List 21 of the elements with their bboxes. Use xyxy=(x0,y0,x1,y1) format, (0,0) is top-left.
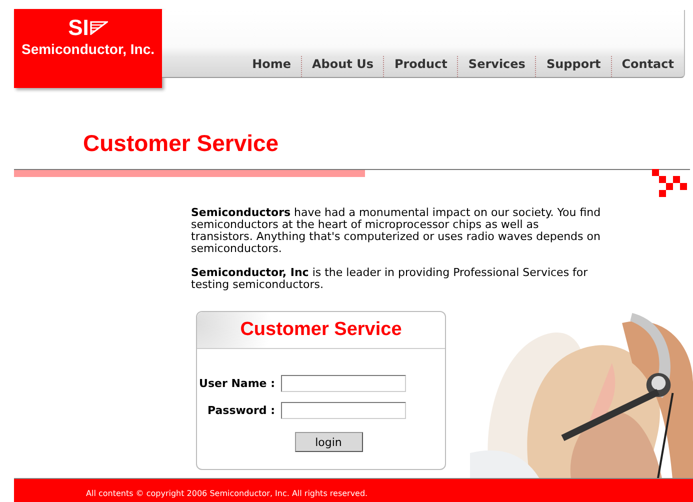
logo-flag-icon xyxy=(90,21,108,35)
intro-paragraph: Semiconductors have had a monumental impact on our society. You find semiconductors at the heart of microprocessor chips as well as transistors. Anything that's computerized or uses radio waves depends on semiconductors. xyxy=(191,207,601,255)
panel-title: Customer Service xyxy=(240,319,402,341)
nav-link[interactable]: Contact xyxy=(610,56,684,77)
checker-icon xyxy=(652,169,690,197)
input-field[interactable] xyxy=(281,402,406,419)
logo[interactable]: SI Semiconductor, Inc. xyxy=(14,9,162,88)
field-label: User Name : xyxy=(198,377,275,390)
input-field[interactable] xyxy=(281,375,406,392)
logo-mark: SI xyxy=(68,17,89,39)
field-label: Password : xyxy=(206,404,275,417)
logo-name: Semiconductor, Inc. xyxy=(21,41,155,57)
nav-link[interactable]: Services xyxy=(457,56,536,77)
intro-paragraph: Semiconductor, Inc is the leader in providing Professional Services for testing semiconductors. xyxy=(191,267,589,291)
nav-link[interactable]: About Us xyxy=(301,56,384,77)
copyright-text: All contents © copyright 2006 Semiconductor, Inc. All rights reserved. xyxy=(86,489,368,498)
login-button[interactable]: login xyxy=(294,432,362,452)
nav-link[interactable]: Support xyxy=(535,56,611,77)
nav-link[interactable]: Home xyxy=(242,56,301,77)
page-title: Customer Service xyxy=(83,129,280,158)
nav-link[interactable]: Product xyxy=(383,56,458,77)
